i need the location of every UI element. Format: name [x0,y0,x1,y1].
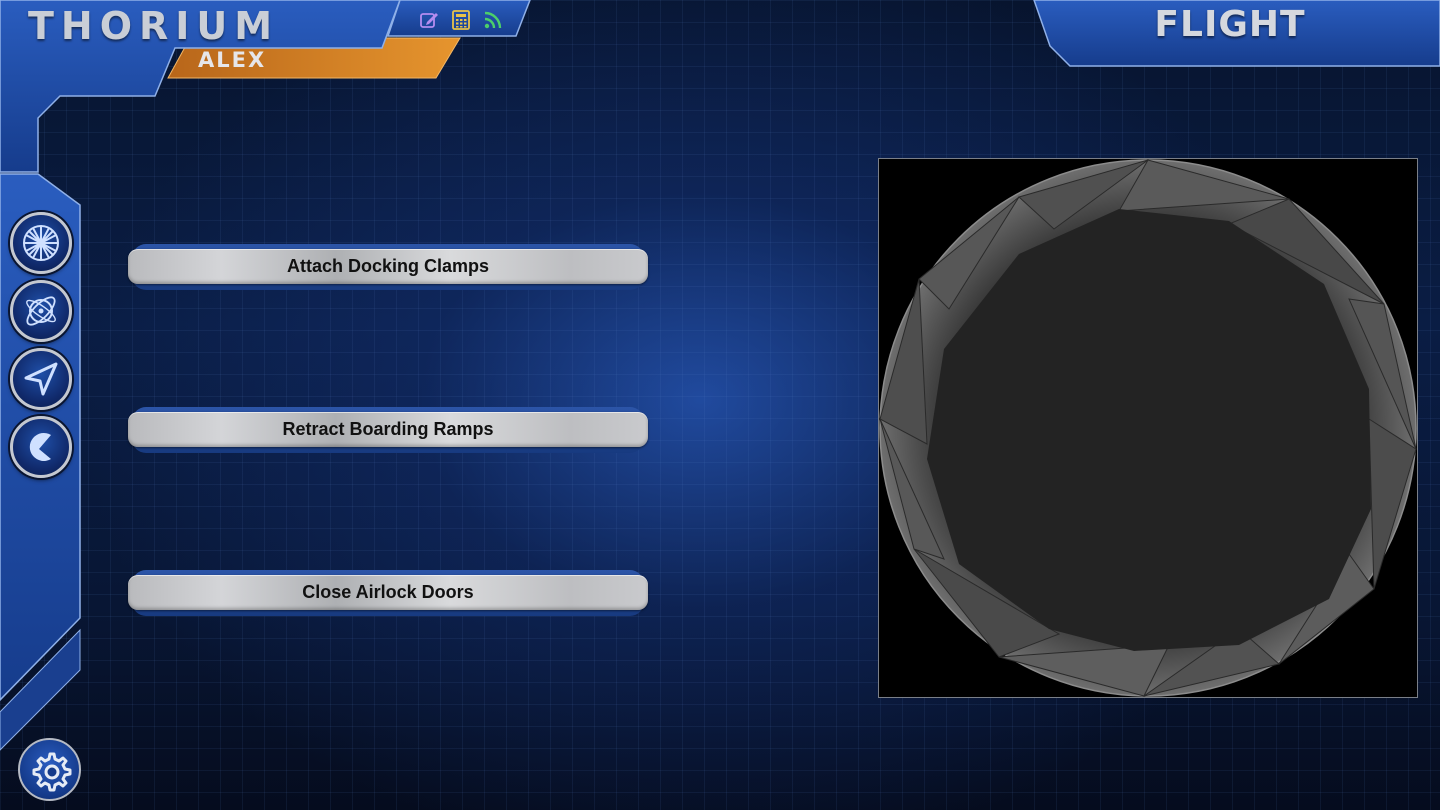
nav-button-navigation[interactable] [10,348,72,410]
action-retract-boarding-ramps: Retract Boarding Ramps [128,407,648,453]
nav-button-thrusters[interactable] [10,416,72,478]
settings-gear-icon [32,752,71,791]
airlock-viewer [878,158,1418,698]
nav-button-orbit[interactable] [10,280,72,342]
settings-button[interactable] [18,738,81,801]
retract-boarding-ramps-button[interactable]: Retract Boarding Ramps [128,412,648,447]
calculator-icon[interactable] [451,10,471,30]
nav-button-engines[interactable] [10,212,72,274]
action-attach-docking-clamps: Attach Docking Clamps [128,244,648,290]
turbine-icon [23,225,59,261]
edit-icon[interactable] [419,10,439,30]
action-close-airlock-doors: Close Airlock Doors [128,570,648,616]
rss-feed-icon[interactable] [483,10,503,30]
station-title: FLIGHT [1154,4,1306,45]
attach-docking-clamps-button[interactable]: Attach Docking Clamps [128,249,648,284]
user-name: ALEX [198,48,267,72]
crescent-icon [29,433,51,461]
brand-title: THORIUM [28,4,280,48]
airlock-aperture-icon [879,159,1417,697]
close-airlock-doors-button[interactable]: Close Airlock Doors [128,575,648,610]
orbit-icon [26,296,56,326]
navigation-arrow-icon [24,362,58,396]
